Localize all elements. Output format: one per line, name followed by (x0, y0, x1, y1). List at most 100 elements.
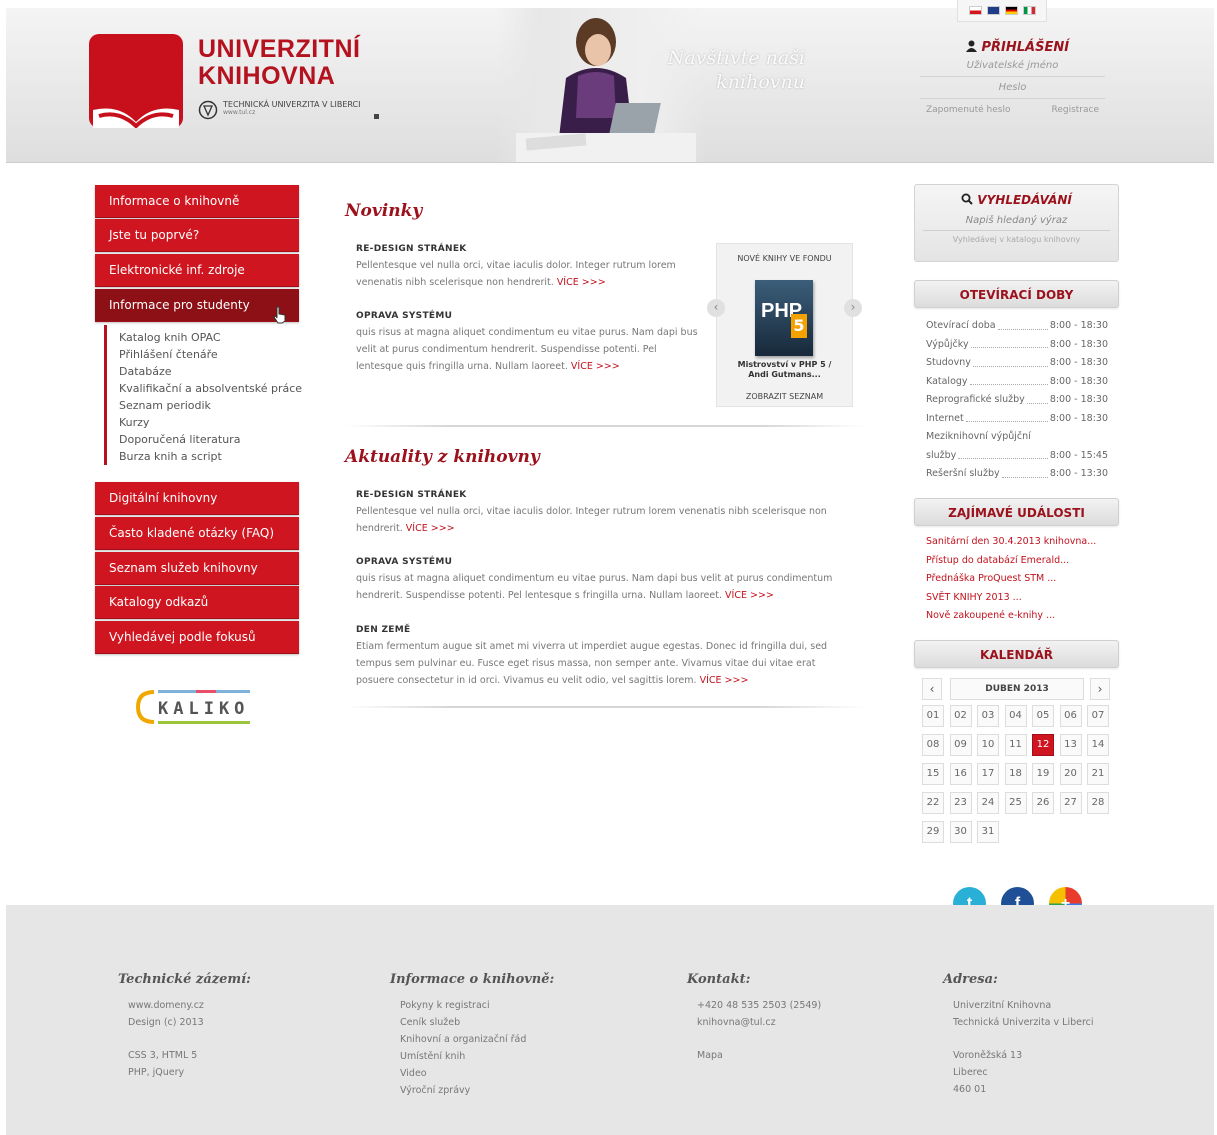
subnav-item[interactable]: Burza knih a script (119, 448, 302, 465)
event-link[interactable]: Přednáška ProQuest STM ... (926, 570, 1096, 589)
flag-it-icon[interactable] (1022, 6, 1036, 15)
more-link[interactable]: VÍCE >>> (406, 523, 455, 534)
event-link[interactable]: SVĚT KNIHY 2013 ... (926, 589, 1096, 608)
calendar-day[interactable]: 20 (1059, 763, 1082, 785)
book-cover[interactable]: PHP 5 (755, 280, 813, 356)
subnav-item[interactable]: Doporučená literatura (119, 431, 302, 448)
nav-services[interactable]: Seznam služeb knihovny (95, 552, 299, 585)
calendar-day[interactable]: 05 (1032, 705, 1054, 727)
calendar-day[interactable]: 04 (1004, 705, 1027, 727)
username-field[interactable]: Uživatelské jméno (920, 55, 1105, 77)
footer-link[interactable]: Pokyny k registraci (390, 997, 554, 1014)
footer-address-column: Adresa: Univerzitní Knihovna Technická U… (943, 972, 1094, 1098)
footer-text: Design (c) 2013 (128, 1017, 204, 1028)
article-heading: RE-DESIGN STRÁNEK (356, 490, 467, 500)
more-link[interactable]: VÍCE >>> (700, 675, 749, 686)
user-icon (965, 40, 977, 52)
language-switcher (957, 0, 1047, 22)
calendar-day[interactable]: 29 (922, 821, 944, 843)
event-link[interactable]: Sanitární den 30.4.2013 knihovna... (926, 533, 1096, 552)
new-books-widget: NOVÉ KNIHY VE FONDU PHP 5 Mistrovství v … (716, 243, 853, 407)
book-caption[interactable]: Mistrovství v PHP 5 / Andi Gutmans... (717, 360, 852, 380)
calendar-day[interactable]: 31 (977, 821, 999, 843)
calendar-day[interactable]: 25 (1004, 792, 1027, 814)
event-link[interactable]: Nově zakoupené e-knihy ... (926, 607, 1096, 626)
article-heading: OPRAVA SYSTÉMU (356, 557, 453, 567)
forgot-password-link[interactable]: Zapomenuté heslo (926, 105, 1010, 115)
footer-tech-column: Technické zázemí: www.domeny.cz Design (… (118, 972, 251, 1081)
calendar-day[interactable]: 02 (949, 705, 972, 727)
subnav-item[interactable]: Přihlášení čtenáře (119, 346, 302, 363)
calendar-day[interactable]: 06 (1059, 705, 1082, 727)
footer-link[interactable]: Ceník služeb (390, 1014, 554, 1031)
calendar-day[interactable]: 19 (1032, 763, 1054, 785)
footer-link[interactable]: Výroční zprávy (390, 1082, 554, 1099)
nav-first-time[interactable]: Jste tu poprvé? (95, 219, 299, 252)
nav-student-info[interactable]: Informace pro studenty (95, 289, 299, 322)
calendar-nav: ‹ DUBEN 2013 › (922, 678, 1112, 700)
calendar-day[interactable]: 22 (922, 792, 944, 814)
search-input[interactable]: Napiš hledaný výraz (923, 211, 1110, 231)
footer-link[interactable]: Video (390, 1065, 554, 1082)
calendar-day[interactable]: 30 (949, 821, 972, 843)
password-field[interactable]: Heslo (920, 77, 1105, 99)
calendar-day[interactable]: 09 (949, 734, 972, 756)
carousel-prev-icon[interactable]: ‹ (707, 299, 725, 317)
calendar-day[interactable]: 26 (1032, 792, 1054, 814)
subnav-item[interactable]: Seznam periodik (119, 397, 302, 414)
calendar-day[interactable]: 15 (922, 763, 944, 785)
calendar-day[interactable]: 17 (977, 763, 999, 785)
calendar-day[interactable]: 27 (1059, 792, 1082, 814)
calendar-day[interactable]: 08 (922, 734, 944, 756)
flag-uk-icon[interactable] (986, 6, 1000, 15)
calendar-day[interactable]: 01 (922, 705, 944, 727)
footer-contact-column: Kontakt: +420 48 535 2503 (2549) knihovn… (687, 972, 821, 1064)
calendar-day[interactable]: 24 (977, 792, 999, 814)
calendar-prev-icon[interactable]: ‹ (922, 678, 942, 700)
calendar-day[interactable]: 12 (1032, 734, 1054, 756)
footer-link[interactable]: Umístění knih (390, 1048, 554, 1065)
footer-text: 460 01 (953, 1084, 987, 1095)
carousel-next-icon[interactable]: › (844, 299, 862, 317)
subnav-item[interactable]: Katalog knih OPAC (119, 329, 302, 346)
flag-de-icon[interactable] (1004, 6, 1018, 15)
calendar-day[interactable]: 13 (1059, 734, 1082, 756)
subnav-item[interactable]: Databáze (119, 363, 302, 380)
calendar-day[interactable]: 21 (1087, 763, 1109, 785)
kaliko-logo[interactable]: KALIKO (135, 686, 256, 730)
nav-search-focus[interactable]: Vyhledávej podle fokusů (95, 621, 299, 654)
calendar-day[interactable]: 16 (949, 763, 972, 785)
nav-digital-libraries[interactable]: Digitální knihovny (95, 482, 299, 515)
nav-electronic-sources[interactable]: Elektronické inf. zdroje (95, 254, 299, 287)
news-article: OPRAVA SYSTÉMU quis risus at magna aliqu… (356, 311, 706, 375)
footer-email[interactable]: knihovna@tul.cz (687, 1014, 821, 1031)
calendar-day[interactable]: 14 (1087, 734, 1109, 756)
register-link[interactable]: Registrace (1051, 105, 1099, 115)
calendar-next-icon[interactable]: › (1090, 678, 1110, 700)
library-logo-icon[interactable] (89, 34, 183, 128)
calendar-day[interactable]: 18 (1004, 763, 1027, 785)
subnav-item[interactable]: Kurzy (119, 414, 302, 431)
footer-link[interactable]: www.domeny.cz (118, 997, 251, 1014)
hours-row: Reprografické služby 8:00 - 18:30 (926, 391, 1108, 410)
more-link[interactable]: VÍCE >>> (571, 361, 620, 372)
tul-logo-icon (198, 100, 218, 120)
subnav-item[interactable]: Kvalifikační a absolventské práce (119, 380, 302, 397)
calendar-day[interactable]: 28 (1087, 792, 1109, 814)
show-list-link[interactable]: ZOBRAZIT SEZNAM (717, 392, 852, 401)
calendar-day[interactable]: 23 (949, 792, 972, 814)
calendar-day[interactable]: 11 (1004, 734, 1027, 756)
calendar-day[interactable]: 03 (977, 705, 999, 727)
more-link[interactable]: VÍCE >>> (725, 590, 774, 601)
flag-cz-icon[interactable] (968, 6, 982, 15)
footer-map-link[interactable]: Mapa (687, 1047, 821, 1064)
calendar-day[interactable]: 10 (977, 734, 999, 756)
nav-link-catalogs[interactable]: Katalogy odkazů (95, 586, 299, 619)
more-link[interactable]: VÍCE >>> (557, 277, 606, 288)
nav-library-info[interactable]: Informace o knihovně (95, 185, 299, 218)
nav-faq[interactable]: Často kladené otázky (FAQ) (95, 517, 299, 550)
calendar-day[interactable]: 07 (1087, 705, 1109, 727)
event-link[interactable]: Přístup do databází Emerald... (926, 552, 1096, 571)
footer-link[interactable]: Knihovní a organizační řád (390, 1031, 554, 1048)
search-catalog-link[interactable]: Vyhledávej v katalogu knihovny (915, 235, 1118, 244)
